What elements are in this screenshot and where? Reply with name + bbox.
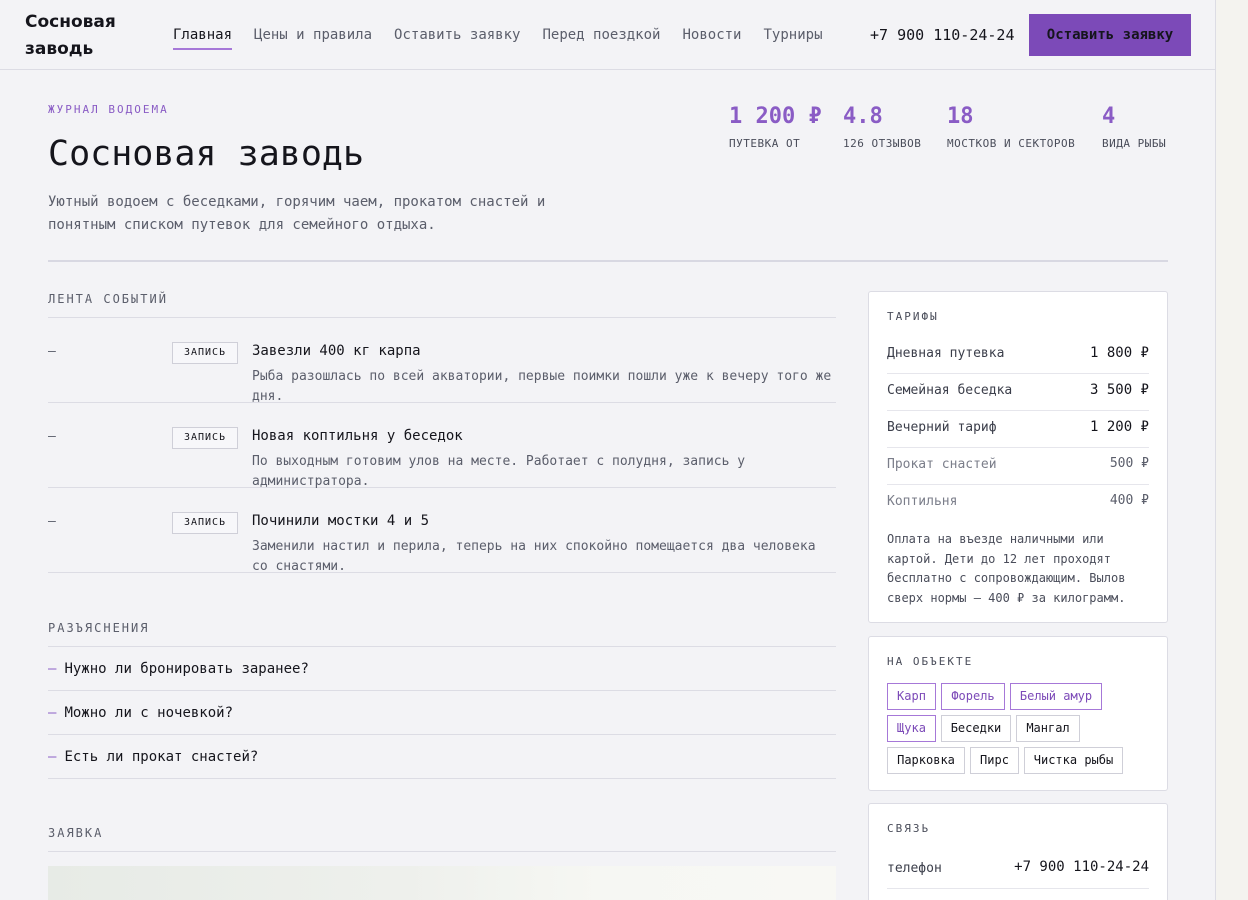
faq-dash-icon: — <box>48 661 57 677</box>
faq-dash-icon: — <box>48 749 57 765</box>
chip-pike[interactable]: Щука <box>887 715 936 742</box>
stat-value: 18 <box>947 104 974 129</box>
feed-heading: ЛЕНТА СОБЫТИЙ <box>48 292 836 318</box>
request-form-banner <box>48 866 836 900</box>
page: Сосновая заводь Главная Цены и правила О… <box>0 0 1216 900</box>
nav-home[interactable]: Главная <box>173 0 233 70</box>
feed-text: Рыба разошлась по всей акватории, первые… <box>252 369 832 404</box>
hero-divider <box>48 260 1168 262</box>
chip-carp[interactable]: Карп <box>887 683 936 710</box>
stat-label: МОСТКОВ И СЕКТОРОВ <box>947 137 1076 150</box>
facilities-card: НА ОБЪЕКТЕ Карп Форель Белый амур Щука Б… <box>868 636 1168 791</box>
stat-value: 4 <box>1102 104 1116 129</box>
page-title: Сосновая заводь <box>48 134 365 174</box>
chip-gazebos[interactable]: Беседки <box>941 715 1011 742</box>
tariff-price: 400 ₽ <box>1109 493 1149 508</box>
tariff-name: Коптильня <box>887 494 958 509</box>
stat-fish-types: 4 ВИДА РЫБЫ <box>1102 104 1166 150</box>
tariffs-card: ТАРИФЫ Дневная путевка 1 800 ₽ Семейная … <box>868 291 1168 623</box>
stat-label: 126 ОТЗЫВОВ <box>843 137 922 150</box>
tariffs-heading: ТАРИФЫ <box>887 310 939 323</box>
stat-price: 1 200 ₽ ПУТЕВКА ОТ <box>729 104 822 150</box>
request-heading: ЗАЯВКА <box>48 826 836 852</box>
feed-tag: ЗАПИСЬ <box>172 512 238 534</box>
faq-heading: РАЗЪЯСНЕНИЯ <box>48 621 836 647</box>
feed-title: Новая коптильня у беседок <box>252 428 463 444</box>
tariffs-note: Оплата на въезде наличными или картой. Д… <box>887 532 1126 605</box>
feed-item[interactable]: — ЗАПИСЬ Завезли 400 кг карпа Рыба разош… <box>48 318 836 404</box>
stat-value: 4.8 <box>843 104 883 129</box>
facilities-heading: НА ОБЪЕКТЕ <box>887 655 974 668</box>
feed-date-dash: — <box>48 344 56 359</box>
tariff-row: Семейная беседка 3 500 ₽ <box>887 374 1149 411</box>
nav-request[interactable]: Оставить заявку <box>394 0 520 70</box>
feed-tag: ЗАПИСЬ <box>172 427 238 449</box>
stat-sectors: 18 МОСТКОВ И СЕКТОРОВ <box>947 104 1075 150</box>
stat-rating: 4.8 126 ОТЗЫВОВ <box>843 104 921 150</box>
tariff-name: Семейная беседка <box>887 383 1013 398</box>
site-header: Сосновая заводь Главная Цены и правила О… <box>0 0 1215 70</box>
tariff-name: Вечерний тариф <box>887 420 997 435</box>
faq-question: Нужно ли бронировать заранее? <box>64 661 309 677</box>
feed-text: По выходным готовим улов на месте. Работ… <box>252 454 746 489</box>
nav-news[interactable]: Новости <box>682 0 741 70</box>
tariff-price: 3 500 ₽ <box>1089 382 1149 398</box>
feed-date-dash: — <box>48 429 56 444</box>
faq-question: Можно ли с ночевкой? <box>64 705 234 721</box>
feed-title: Завезли 400 кг карпа <box>252 343 421 359</box>
tariff-row: Вечерний тариф 1 200 ₽ <box>887 411 1149 448</box>
hero-eyebrow: ЖУРНАЛ ВОДОЕМА <box>48 103 169 116</box>
feed-item[interactable]: — ЗАПИСЬ Новая коптильня у беседок По вы… <box>48 403 836 489</box>
faq-dash-icon: — <box>48 705 57 721</box>
header-phone-link[interactable]: +7 900 110-24-24 <box>870 0 1015 70</box>
faq-list: — Нужно ли бронировать заранее? — Можно ли… <box>48 647 836 779</box>
feed-title: Починили мостки 4 и 5 <box>252 513 430 529</box>
tariff-row: Коптильня 400 ₽ <box>887 485 1149 522</box>
faq-item[interactable]: — Нужно ли бронировать заранее? <box>48 647 836 691</box>
main-nav: Главная Цены и правила Оставить заявку П… <box>173 0 845 70</box>
contact-phone-row: телефон +7 900 110-24-24 <box>887 851 1149 889</box>
feed-tag: ЗАПИСЬ <box>172 342 238 364</box>
contact-phone-label: телефон <box>887 861 942 876</box>
tariff-row: Дневная путевка 1 800 ₽ <box>887 337 1149 374</box>
contact-card: СВЯЗЬ телефон +7 900 110-24-24 <box>868 803 1168 900</box>
nav-prices[interactable]: Цены и правила <box>254 0 372 70</box>
tariff-price: 1 200 ₽ <box>1089 419 1149 435</box>
feed-date-dash: — <box>48 514 56 529</box>
tariff-price: 1 800 ₽ <box>1089 345 1149 361</box>
request-button[interactable]: Оставить заявку <box>1029 14 1191 56</box>
stat-value: 1 200 ₽ <box>729 104 822 129</box>
brand-logo[interactable]: Сосновая заводь <box>25 9 145 63</box>
feed-text: Заменили настил и перила, теперь на них … <box>252 539 816 574</box>
faq-question: Есть ли прокат снастей? <box>64 749 259 765</box>
tariff-row: Прокат снастей 500 ₽ <box>887 448 1149 485</box>
tariff-price: 500 ₽ <box>1109 456 1149 471</box>
chip-pier[interactable]: Пирс <box>970 747 1019 774</box>
faq-item[interactable]: — Можно ли с ночевкой? <box>48 691 836 735</box>
contact-heading: СВЯЗЬ <box>887 822 931 835</box>
chip-fish-cleaning[interactable]: Чистка рыбы <box>1024 747 1123 774</box>
chip-trout[interactable]: Форель <box>941 683 1005 710</box>
event-feed: — ЗАПИСЬ Завезли 400 кг карпа Рыба разош… <box>48 318 836 574</box>
chip-grass-carp[interactable]: Белый амур <box>1010 683 1102 710</box>
stat-label: ВИДА РЫБЫ <box>1102 137 1167 150</box>
tariff-name: Прокат снастей <box>887 457 997 472</box>
hero-subtitle: Уютный водоем с беседками, горячим чаем,… <box>48 194 546 233</box>
stat-label: ПУТЕВКА ОТ <box>729 137 801 150</box>
chip-parking[interactable]: Парковка <box>887 747 965 774</box>
chip-grill[interactable]: Мангал <box>1016 715 1080 742</box>
nav-before-trip[interactable]: Перед поездкой <box>542 0 660 70</box>
tariff-name: Дневная путевка <box>887 346 1005 361</box>
contact-phone-link[interactable]: +7 900 110-24-24 <box>1014 859 1149 875</box>
faq-item[interactable]: — Есть ли прокат снастей? <box>48 735 836 779</box>
feed-item[interactable]: — ЗАПИСЬ Починили мостки 4 и 5 Заменили … <box>48 488 836 574</box>
nav-tournaments[interactable]: Турниры <box>764 0 823 70</box>
